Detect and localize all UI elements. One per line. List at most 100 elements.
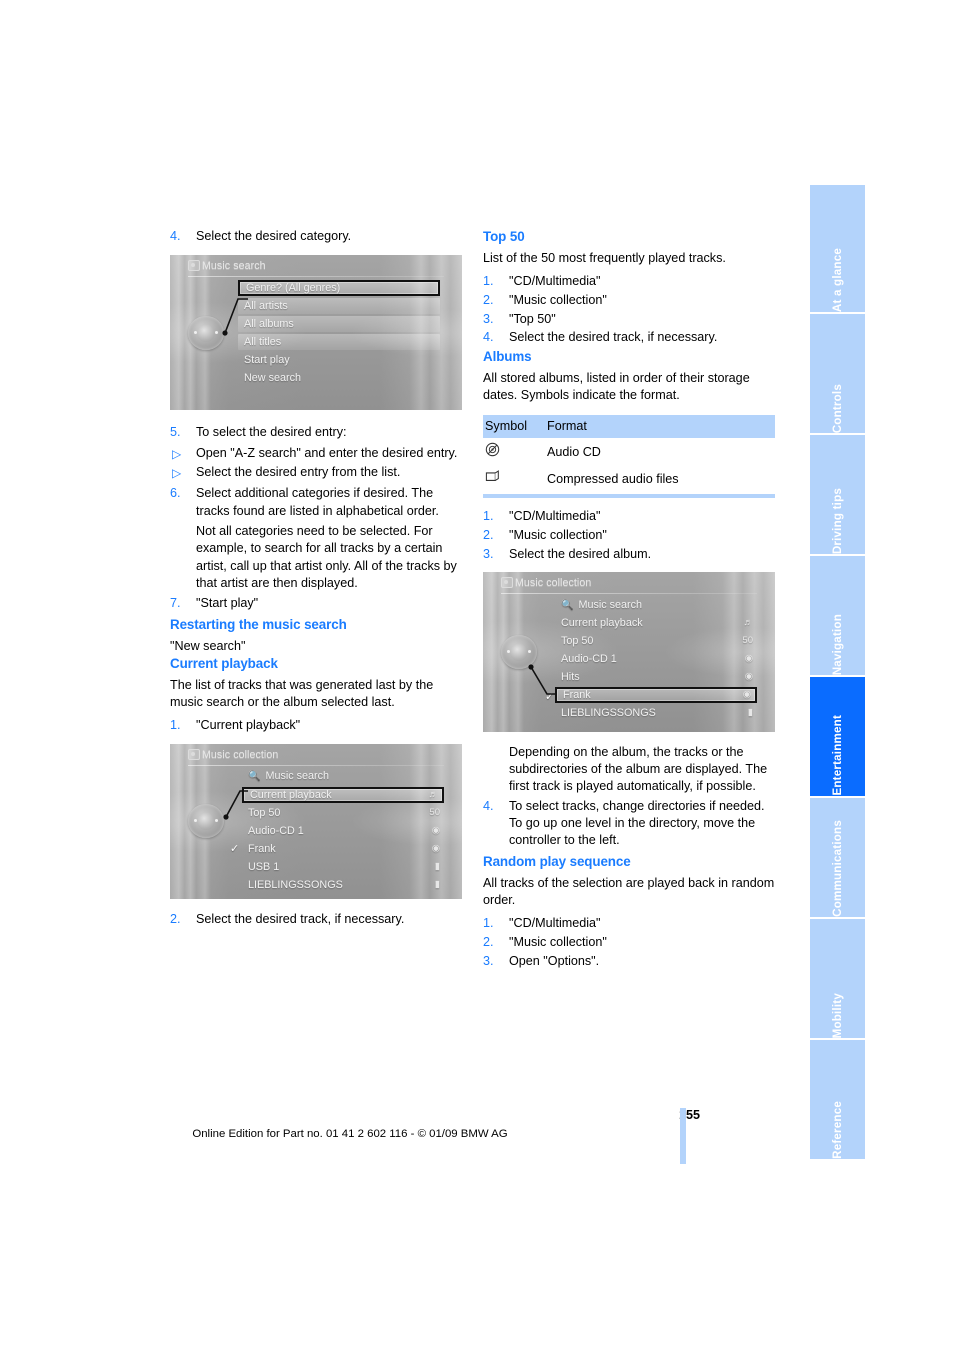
step-text: "Start play" xyxy=(196,596,259,611)
step-text: To select the desired entry: xyxy=(196,425,347,440)
tab-reference[interactable]: Reference xyxy=(810,1040,865,1159)
menu-item-label: USB 1 xyxy=(248,860,280,873)
idrive-menu-item-selected: Current playback ♬ xyxy=(242,786,444,803)
idrive-menu-item: LIEBLINGSSONGS ▮ xyxy=(242,877,444,893)
heading-albums: Albums xyxy=(483,349,532,365)
menu-item-right: 50 xyxy=(429,806,440,818)
step-item: 4. Select the desired track, if necessar… xyxy=(483,329,775,346)
table-body: Audio CD Compressed audio files xyxy=(483,438,775,494)
menu-item-label: Genre? (All genres) xyxy=(246,282,341,295)
step-number: 1. xyxy=(483,916,494,931)
step-number: 2. xyxy=(483,934,494,949)
idrive-menu-item-selected: ✓ Frank ◉ xyxy=(545,687,757,704)
column-header-symbol: Symbol xyxy=(483,415,547,439)
left-column: 4. Select the desired category. Music se… xyxy=(170,228,462,931)
idrive-controller-knob xyxy=(184,801,228,841)
step-number: 2. xyxy=(483,292,494,307)
menu-item-label: LIEBLINGSSONGS xyxy=(248,878,343,891)
cell-format: Audio CD xyxy=(547,444,601,459)
step-item: 1. "CD/Multimedia" xyxy=(483,508,775,525)
idrive-header-label: Music collection xyxy=(515,577,592,590)
magnifier-icon: 🔍 xyxy=(561,599,574,611)
step-text: To select tracks, change directories if … xyxy=(509,798,765,848)
step-number: 2. xyxy=(170,911,181,926)
disc-icon: ◉ xyxy=(742,689,751,701)
knob-dot-left xyxy=(194,330,197,334)
menu-item-label: Hits xyxy=(561,671,580,684)
idrive-controller-knob xyxy=(184,313,228,353)
step-text: Select the desired track, if necessary. xyxy=(196,911,405,926)
menu-item-label: LIEBLINGSSONGS xyxy=(561,707,656,720)
tab-mobility[interactable]: Mobility xyxy=(810,919,865,1038)
triangle-bullet-icon: ▷ xyxy=(172,446,182,461)
knob-hub xyxy=(197,323,215,342)
idrive-header-label: Music search xyxy=(202,260,266,273)
step-number: 2. xyxy=(483,528,494,543)
step-number: 4. xyxy=(483,798,494,813)
step-text: Select additional categories if desired.… xyxy=(196,486,439,518)
step-text: "CD/Multimedia" xyxy=(509,916,601,931)
footer-accent-bar xyxy=(680,1108,686,1164)
step-text: "Music collection" xyxy=(509,934,607,949)
left-step-7-list: 7. "Start play" xyxy=(170,595,462,612)
tab-entertainment[interactable]: Entertainment xyxy=(810,677,865,796)
cell-symbol xyxy=(483,438,547,465)
step-text: Open "Options". xyxy=(509,953,600,968)
table-bottom-rule xyxy=(483,494,775,499)
footer-edition-note: Online Edition for Part no. 01 41 2 602 … xyxy=(192,1128,508,1140)
step-text: Select the desired category. xyxy=(196,229,352,243)
idrive-menu-item: Top 50 50 xyxy=(555,633,757,649)
idrive-menu-item: 🔍 Music search xyxy=(242,769,444,785)
menu-item-label: Start play xyxy=(244,354,290,367)
cell-format: Compressed audio files xyxy=(547,471,679,486)
step-number: 7. xyxy=(170,596,181,611)
current-playback-step-2: 2. Select the desired track, if necessar… xyxy=(170,911,462,928)
step-6-continuation: Not all categories need to be selected. … xyxy=(196,524,457,590)
heading-current-playback: Current playback xyxy=(170,655,278,671)
tab-label: Driving tips xyxy=(831,487,844,554)
idrive-menu-item: Audio-CD 1 ◉ xyxy=(555,651,757,667)
idrive-menu-item: New search xyxy=(238,370,440,386)
step-text: "Music collection" xyxy=(509,292,607,307)
step-text: "CD/Multimedia" xyxy=(509,509,601,524)
step-item: 3. "Top 50" xyxy=(483,311,775,328)
tab-navigation[interactable]: Navigation xyxy=(810,556,865,675)
step-item: 7. "Start play" xyxy=(170,595,462,612)
step-number: 3. xyxy=(483,546,494,561)
step-item: 2. "Music collection" xyxy=(483,527,775,544)
format-symbol-table: Symbol Format Audio CD Compressed audio … xyxy=(483,415,775,494)
menu-item-label: All artists xyxy=(244,300,288,313)
folder-icon: ▮ xyxy=(747,707,753,719)
tab-driving-tips[interactable]: Driving tips xyxy=(810,435,865,554)
step-text: Select the desired track, if necessary. xyxy=(509,330,718,345)
idrive-menu-item: USB 1 ▮ xyxy=(242,859,444,875)
step-number: 4. xyxy=(483,330,494,345)
sub-bullet-item: ▷ Open "A-Z search" and enter the desire… xyxy=(170,445,462,462)
step-number: 5. xyxy=(170,425,181,440)
step-item: 5. To select the desired entry: xyxy=(170,424,462,441)
tab-label: Reference xyxy=(831,1101,844,1159)
menu-item-label: Audio-CD 1 xyxy=(248,824,304,837)
step-item: 2. "Music collection" xyxy=(483,292,775,309)
knob-dot-right xyxy=(215,330,218,334)
table-row: Audio CD xyxy=(483,438,775,465)
idrive-header: Music collection xyxy=(170,744,462,765)
idrive-menu-item: Audio-CD 1 ◉ xyxy=(242,823,444,839)
step-item: 3. Select the desired album. xyxy=(483,546,775,563)
manual-page: 4. Select the desired category. Music se… xyxy=(0,0,954,1350)
menu-item-label: 🔍 Music search xyxy=(561,598,643,611)
folder-icon: ▮ xyxy=(434,860,440,872)
tab-communications[interactable]: Communications xyxy=(810,798,865,917)
idrive-menu-item: All titles xyxy=(238,334,440,351)
tab-at-a-glance[interactable]: At a glance xyxy=(810,185,865,312)
albums-note: Depending on the album, the tracks or th… xyxy=(509,745,768,794)
step-number: 1. xyxy=(170,718,181,733)
tab-controls[interactable]: Controls xyxy=(810,314,865,433)
magnifier-icon: 🔍 xyxy=(248,771,261,783)
cell-symbol xyxy=(483,465,547,494)
multimedia-icon xyxy=(501,577,513,589)
triangle-bullet-icon: ▷ xyxy=(172,466,182,481)
usb-note-icon: ♬ xyxy=(428,788,439,800)
multimedia-icon xyxy=(188,748,200,760)
step-item: 4. To select tracks, change directories … xyxy=(483,798,775,850)
